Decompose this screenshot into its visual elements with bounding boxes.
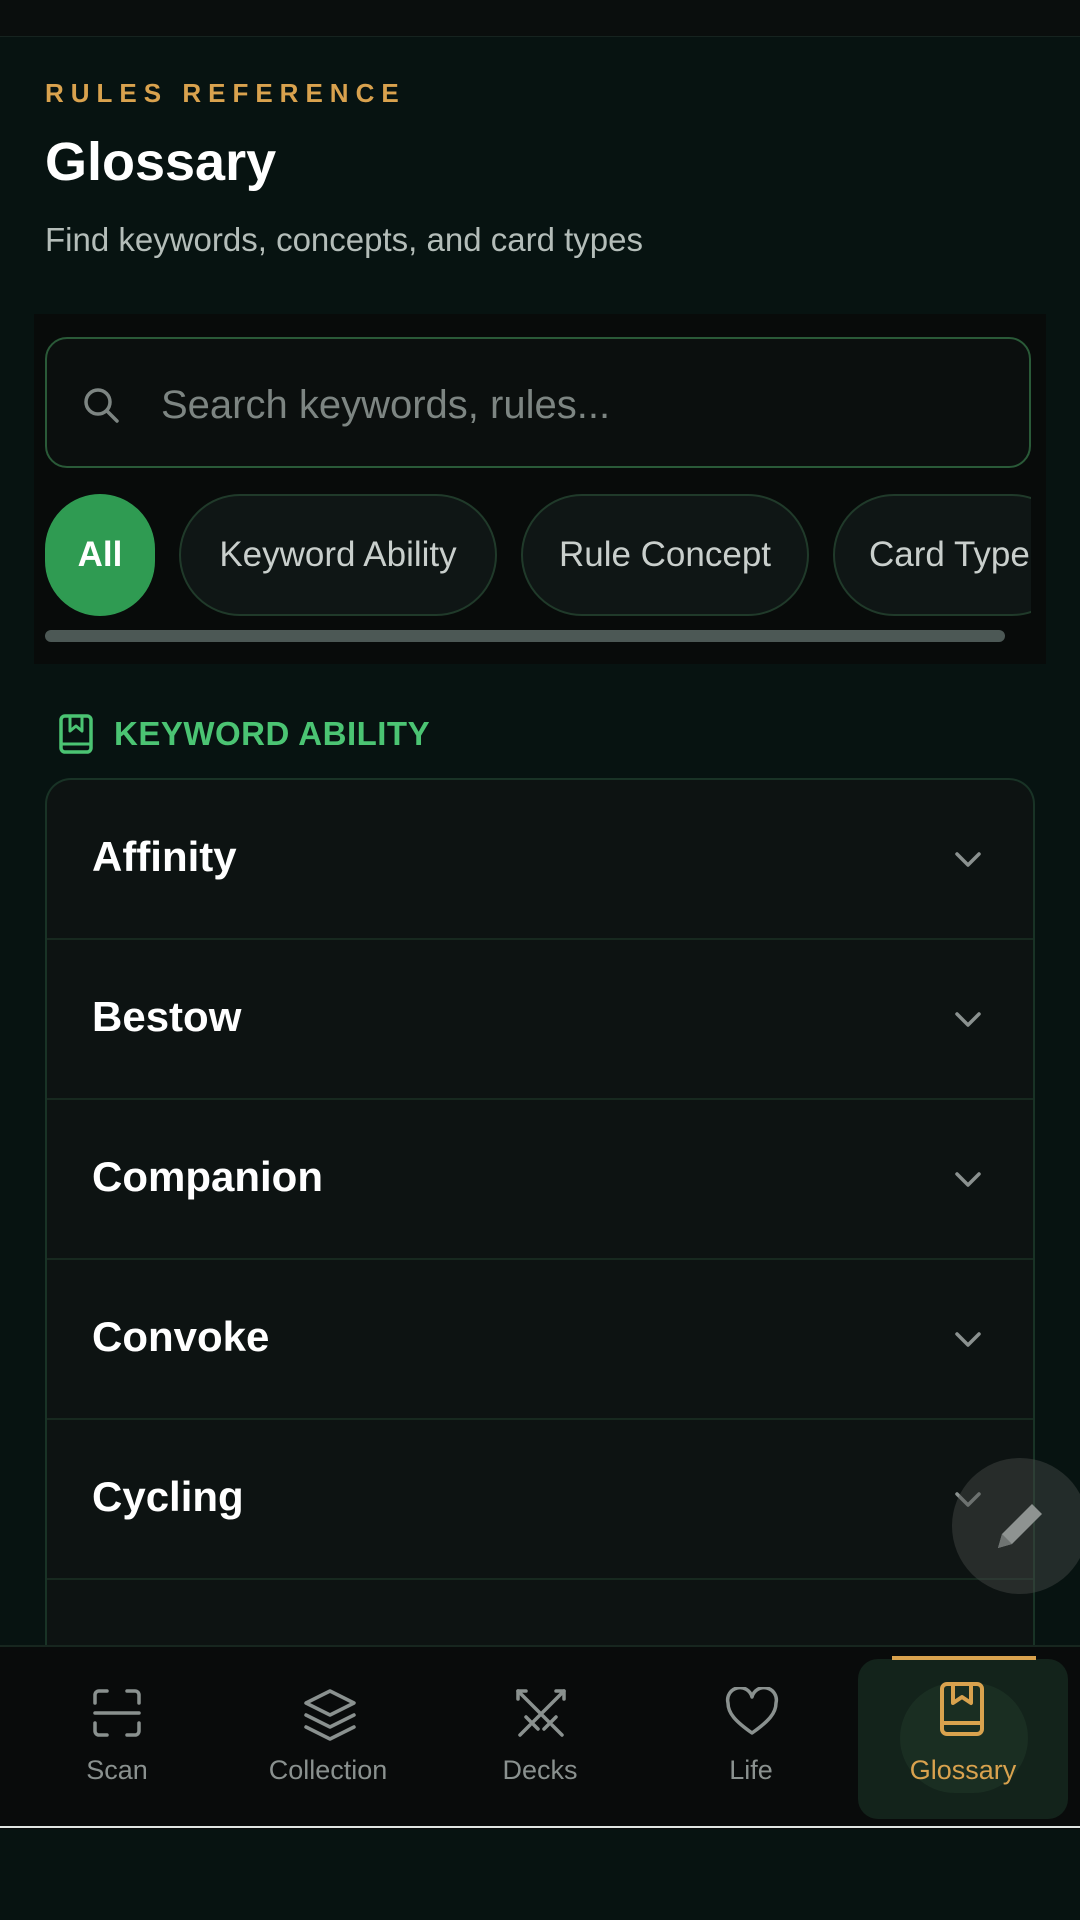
entry-title: Bestow bbox=[92, 993, 242, 1040]
page-title: Glossary bbox=[45, 132, 277, 192]
search-input[interactable] bbox=[159, 369, 1003, 441]
list-item[interactable]: Affinity bbox=[47, 780, 1033, 940]
pencil-icon bbox=[998, 1504, 1042, 1548]
filter-panel: All Keyword Ability Rule Concept Card Ty… bbox=[34, 314, 1046, 664]
nav-scan[interactable]: Scan bbox=[17, 1647, 217, 1829]
status-bar bbox=[0, 0, 1080, 37]
scan-icon bbox=[93, 1689, 141, 1737]
entry-title: Companion bbox=[92, 1153, 323, 1200]
filter-chip-rule-concept[interactable]: Rule Concept bbox=[521, 494, 809, 616]
nav-glossary[interactable]: Glossary bbox=[858, 1656, 1068, 1819]
nav-label: Glossary bbox=[909, 1755, 1017, 1785]
heart-icon bbox=[725, 1687, 779, 1735]
nav-collection[interactable]: Collection bbox=[228, 1647, 428, 1829]
book-icon bbox=[940, 1682, 984, 1736]
active-indicator bbox=[892, 1656, 1036, 1660]
nav-label: Decks bbox=[502, 1755, 578, 1785]
section-label: KEYWORD ABILITY bbox=[114, 715, 431, 752]
chevron-down-icon bbox=[955, 1172, 981, 1187]
nav-label: Collection bbox=[268, 1755, 388, 1785]
chevron-down-icon bbox=[955, 1332, 981, 1347]
nav-life[interactable]: Life bbox=[651, 1647, 851, 1829]
chevron-down-icon bbox=[955, 852, 981, 867]
page-subtitle: Find keywords, concepts, and card types bbox=[45, 221, 643, 258]
filter-chips: All Keyword Ability Rule Concept Card Ty… bbox=[45, 494, 1031, 620]
list-item[interactable]: Companion bbox=[47, 1100, 1033, 1260]
glossary-list: Affinity Bestow Companion Convoke Cyclin… bbox=[45, 778, 1035, 1678]
swords-icon bbox=[516, 1689, 566, 1737]
section-header: KEYWORD ABILITY bbox=[58, 712, 430, 756]
filter-chip-all[interactable]: All bbox=[45, 494, 155, 616]
entry-title: Convoke bbox=[92, 1313, 270, 1360]
list-item[interactable]: Convoke bbox=[47, 1260, 1033, 1420]
entry-title: Cycling bbox=[92, 1473, 244, 1520]
filter-chip-card-type[interactable]: Card Type bbox=[833, 494, 1031, 616]
layers-icon bbox=[304, 1689, 356, 1741]
search-icon bbox=[84, 388, 119, 423]
chevron-down-icon bbox=[955, 1012, 981, 1027]
nav-decks[interactable]: Decks bbox=[440, 1647, 640, 1829]
search-box[interactable] bbox=[45, 337, 1031, 468]
page-eyebrow: RULES REFERENCE bbox=[45, 78, 406, 108]
book-icon bbox=[59, 714, 93, 754]
chips-scrollbar[interactable] bbox=[45, 630, 1005, 642]
entry-title: Affinity bbox=[92, 833, 237, 880]
nav-label: Scan bbox=[86, 1755, 148, 1785]
nav-label: Life bbox=[729, 1755, 773, 1785]
page-header: RULES REFERENCE Glossary Find keywords, … bbox=[45, 60, 1035, 259]
nav-divider bbox=[0, 1826, 1080, 1828]
list-item[interactable]: Bestow bbox=[47, 940, 1033, 1100]
filter-chip-keyword-ability[interactable]: Keyword Ability bbox=[179, 494, 497, 616]
list-item[interactable]: Cycling bbox=[47, 1420, 1033, 1580]
edit-fab[interactable] bbox=[952, 1458, 1080, 1594]
bottom-nav: Scan Collection Decks Life Glossary bbox=[0, 1645, 1080, 1829]
